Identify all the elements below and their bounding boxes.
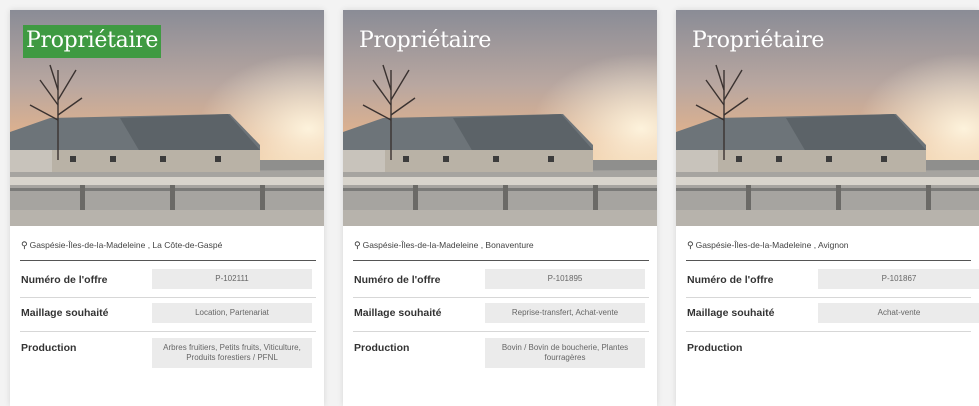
owner-badge: Propriétaire bbox=[692, 28, 825, 53]
divider bbox=[686, 260, 971, 261]
divider bbox=[20, 297, 316, 298]
production-label: Production bbox=[687, 342, 743, 354]
production-value: Bovin / Bovin de boucherie, Plantes four… bbox=[485, 338, 645, 368]
divider bbox=[686, 297, 971, 298]
offer-number-value: P-101867 bbox=[818, 269, 979, 289]
farm-photo[interactable]: Propriétaire bbox=[676, 10, 979, 226]
matching-value: Achat-vente bbox=[818, 303, 979, 323]
divider bbox=[686, 331, 971, 332]
divider bbox=[353, 297, 649, 298]
farm-photo[interactable]: Propriétaire bbox=[343, 10, 657, 226]
offer-number-value: P-102111 bbox=[152, 269, 312, 289]
map-pin-icon: ⚲ bbox=[354, 240, 361, 250]
matching-value: Location, Partenariat bbox=[152, 303, 312, 323]
farm-photo[interactable]: Propriétaire bbox=[10, 10, 324, 226]
location-text: Gaspésie-Îles-de-la-Madeleine , Avignon bbox=[695, 240, 849, 250]
location: ⚲ Gaspésie-Îles-de-la-Madeleine , Bonaven… bbox=[354, 240, 649, 251]
divider bbox=[353, 260, 649, 261]
listing-card[interactable]: Propriétaire ⚲ Gaspésie-Îles-de-la-Madele… bbox=[10, 10, 324, 406]
offer-number-value: P-101895 bbox=[485, 269, 645, 289]
location: ⚲ Gaspésie-Îles-de-la-Madeleine , Avignon bbox=[687, 240, 971, 251]
production-label: Production bbox=[354, 342, 410, 354]
matching-label: Maillage souhaité bbox=[21, 307, 109, 319]
divider bbox=[353, 331, 649, 332]
location-text: Gaspésie-Îles-de-la-Madeleine , La Côte-… bbox=[29, 240, 223, 250]
location: ⚲ Gaspésie-Îles-de-la-Madeleine , La Côte… bbox=[21, 240, 316, 251]
listing-card[interactable]: Propriétaire ⚲ Gaspésie-Îles-de-la-Madele… bbox=[343, 10, 657, 406]
map-pin-icon: ⚲ bbox=[687, 240, 694, 250]
matching-label: Maillage souhaité bbox=[687, 307, 775, 319]
owner-badge: Propriétaire bbox=[23, 25, 162, 58]
offer-number-label: Numéro de l'offre bbox=[354, 274, 441, 286]
divider bbox=[20, 331, 316, 332]
owner-badge: Propriétaire bbox=[359, 28, 492, 53]
offer-number-label: Numéro de l'offre bbox=[687, 274, 774, 286]
matching-value: Reprise-transfert, Achat-vente bbox=[485, 303, 645, 323]
listing-card[interactable]: Propriétaire ⚲ Gaspésie-Îles-de-la-Madele… bbox=[676, 10, 979, 406]
location-text: Gaspésie-Îles-de-la-Madeleine , Bonavent… bbox=[362, 240, 534, 250]
production-value: Arbres fruitiers, Petits fruits, Viticul… bbox=[152, 338, 312, 368]
divider bbox=[20, 260, 316, 261]
production-label: Production bbox=[21, 342, 77, 354]
listing-grid: Propriétaire ⚲ Gaspésie-Îles-de-la-Madele… bbox=[0, 0, 979, 406]
map-pin-icon: ⚲ bbox=[21, 240, 28, 250]
offer-number-label: Numéro de l'offre bbox=[21, 274, 108, 286]
matching-label: Maillage souhaité bbox=[354, 307, 442, 319]
